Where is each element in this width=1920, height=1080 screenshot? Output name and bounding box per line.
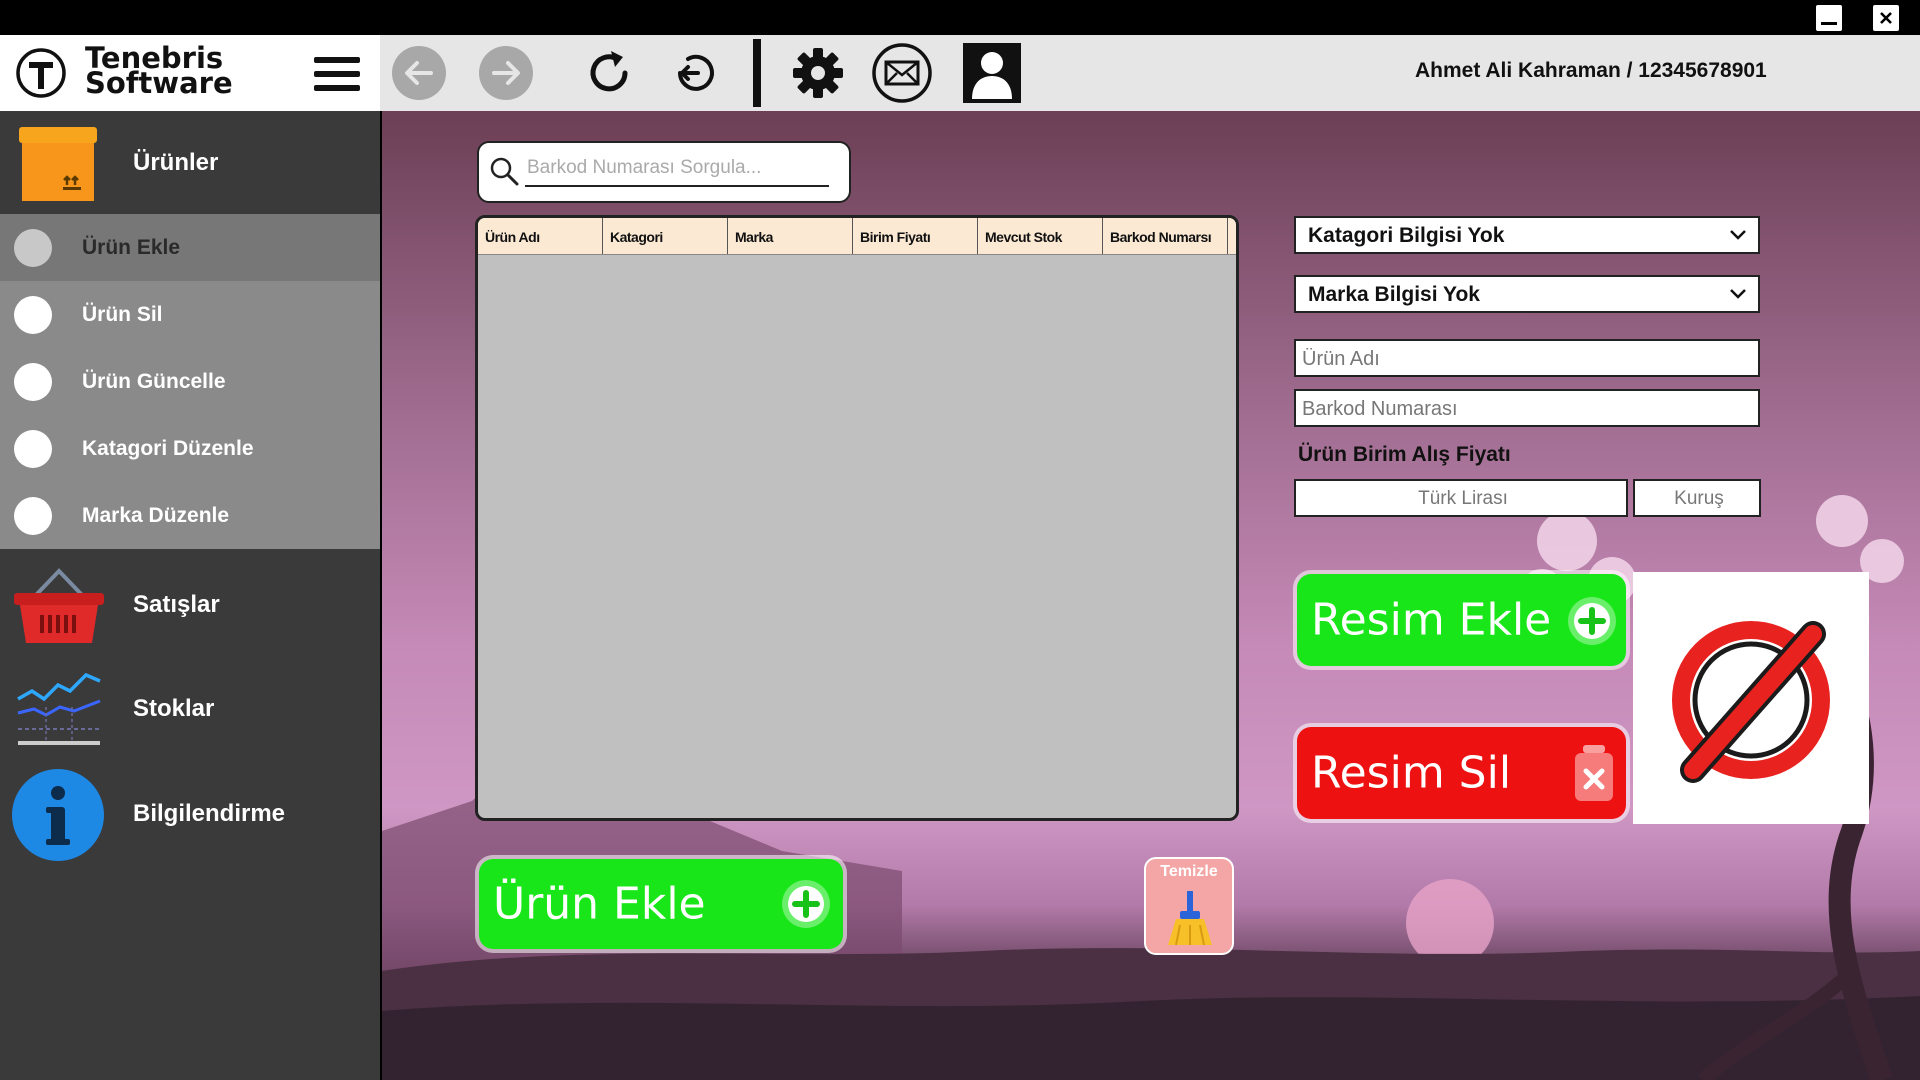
sidebar-item-label: Satışlar (133, 591, 220, 618)
submenu-item-urun-guncelle[interactable]: Ürün Güncelle (0, 348, 380, 415)
broom-icon (1168, 891, 1212, 946)
close-icon (1880, 12, 1892, 24)
barcode-input[interactable] (1300, 395, 1754, 423)
chart-icon (17, 672, 101, 745)
table-header: Ürün Adı Katagori Marka Birim Fiyatı Mev… (478, 218, 1236, 255)
column-header[interactable]: Katagori (603, 218, 728, 254)
brand: Tenebris Software (0, 35, 380, 111)
sidebar-item-label: Bilgilendirme (133, 800, 286, 827)
menu-button[interactable] (314, 55, 360, 93)
undo-button[interactable] (668, 45, 724, 101)
submenu-item-label: Ürün Güncelle (82, 369, 226, 393)
lira-input[interactable] (1296, 481, 1630, 517)
submenu-item-label: Marka Düzenle (82, 503, 230, 527)
chevron-down-icon (1730, 230, 1746, 240)
column-header[interactable]: Marka (728, 218, 853, 254)
undo-icon (678, 54, 714, 91)
clear-label: Temizle (1160, 863, 1218, 880)
toolbar: Tenebris Software Ahmet Ali Kahraman / 1… (0, 35, 1920, 111)
kurus-input[interactable] (1635, 481, 1763, 517)
remove-image-button[interactable]: Resim Sil (1297, 727, 1626, 819)
menu-icon (314, 57, 360, 91)
refresh-button[interactable] (581, 45, 637, 101)
add-image-label: Resim Ekle (1311, 594, 1552, 646)
submenu-item-label: Ürün Sil (82, 302, 163, 326)
back-button[interactable] (392, 46, 446, 100)
refresh-icon (590, 51, 628, 92)
price-label: Ürün Birim Alış Fiyatı (1298, 443, 1511, 466)
barcode-field (1294, 389, 1760, 427)
radio-dot-icon (14, 295, 52, 334)
product-name-field (1294, 339, 1760, 377)
lira-field (1294, 479, 1630, 517)
radio-dot-icon (14, 228, 52, 267)
logo-icon (16, 48, 66, 98)
sidebar-item-urunler[interactable]: Ürünler (0, 113, 380, 213)
mail-button[interactable] (871, 42, 933, 104)
sidebar-item-bilgilendirme[interactable]: Bilgilendirme (0, 764, 380, 864)
radio-dot-icon (14, 429, 52, 468)
product-table[interactable]: Ürün Adı Katagori Marka Birim Fiyatı Mev… (475, 215, 1239, 821)
brand-select[interactable]: Marka Bilgisi Yok (1294, 275, 1760, 313)
settings-button[interactable] (790, 45, 846, 101)
product-name-input[interactable] (1300, 345, 1754, 373)
radio-dot-icon (14, 362, 52, 401)
brand-line-2: Software (85, 66, 233, 100)
chevron-down-icon (1730, 289, 1746, 299)
toolbar-divider (753, 39, 761, 107)
gear-icon (793, 48, 843, 98)
minimize-button[interactable] (1816, 5, 1842, 31)
plus-icon (1568, 597, 1616, 645)
user-avatar-icon (972, 52, 1012, 99)
brand-name: Tenebris Software (85, 44, 233, 100)
submenu-item-label: Ürün Ekle (82, 235, 181, 259)
brand-select-value: Marka Bilgisi Yok (1308, 283, 1480, 306)
column-header[interactable]: Birim Fiyatı (853, 218, 978, 254)
trash-icon (1575, 745, 1613, 801)
submenu-item-marka-duzenle[interactable]: Marka Düzenle (0, 482, 380, 549)
column-header[interactable]: Barkod Numarsı (1103, 218, 1228, 254)
submenu-item-label: Katagori Düzenle (82, 436, 254, 460)
basket-icon (14, 568, 104, 643)
kurus-field (1633, 479, 1763, 517)
column-header[interactable]: Ürün Adı (478, 218, 603, 254)
user-avatar[interactable] (963, 43, 1021, 103)
category-select[interactable]: Katagori Bilgisi Yok (1294, 216, 1760, 254)
info-icon (12, 769, 104, 861)
sidebar-item-label: Ürünler (133, 149, 219, 176)
plus-icon (782, 880, 830, 928)
submenu-item-katagori-duzenle[interactable]: Katagori Düzenle (0, 415, 380, 482)
barcode-search-input[interactable] (525, 151, 829, 187)
add-product-label: Ürün Ekle (493, 878, 706, 930)
remove-image-label: Resim Sil (1311, 747, 1512, 799)
close-button[interactable] (1873, 5, 1899, 31)
sidebar-item-satislar[interactable]: Satışlar (0, 555, 380, 655)
back-arrow-icon (405, 61, 433, 85)
content-area: Ürün Adı Katagori Marka Birim Fiyatı Mev… (382, 111, 1920, 1080)
clear-button[interactable]: Temizle (1144, 857, 1234, 955)
barcode-search (477, 141, 851, 203)
nav-strip: Ahmet Ali Kahraman / 12345678901 (380, 35, 1920, 111)
submenu-item-urun-sil[interactable]: Ürün Sil (0, 281, 380, 348)
forward-button[interactable] (479, 46, 533, 100)
add-product-button[interactable]: Ürün Ekle (479, 859, 843, 949)
user-label: Ahmet Ali Kahraman / 12345678901 (1415, 59, 1767, 82)
add-image-button[interactable]: Resim Ekle (1297, 574, 1626, 666)
mail-icon (872, 43, 932, 103)
submenu: Ürün Ekle Ürün Sil Ürün Güncelle Katagor… (0, 214, 380, 549)
forward-arrow-icon (492, 61, 520, 85)
minimize-icon (1821, 21, 1837, 25)
title-bar (0, 0, 1920, 35)
radio-dot-icon (14, 496, 52, 535)
no-image-icon (1672, 621, 1830, 783)
sidebar: Ürünler Ürün Ekle Ürün Sil Ürün Güncelle… (0, 111, 380, 1080)
search-icon (490, 157, 519, 186)
box-icon (19, 127, 97, 201)
image-preview (1633, 572, 1869, 824)
submenu-item-urun-ekle[interactable]: Ürün Ekle (0, 214, 380, 281)
column-header[interactable]: Mevcut Stok (978, 218, 1103, 254)
category-select-value: Katagori Bilgisi Yok (1308, 224, 1505, 247)
sidebar-item-label: Stoklar (133, 695, 215, 722)
sidebar-item-stoklar[interactable]: Stoklar (0, 659, 380, 759)
